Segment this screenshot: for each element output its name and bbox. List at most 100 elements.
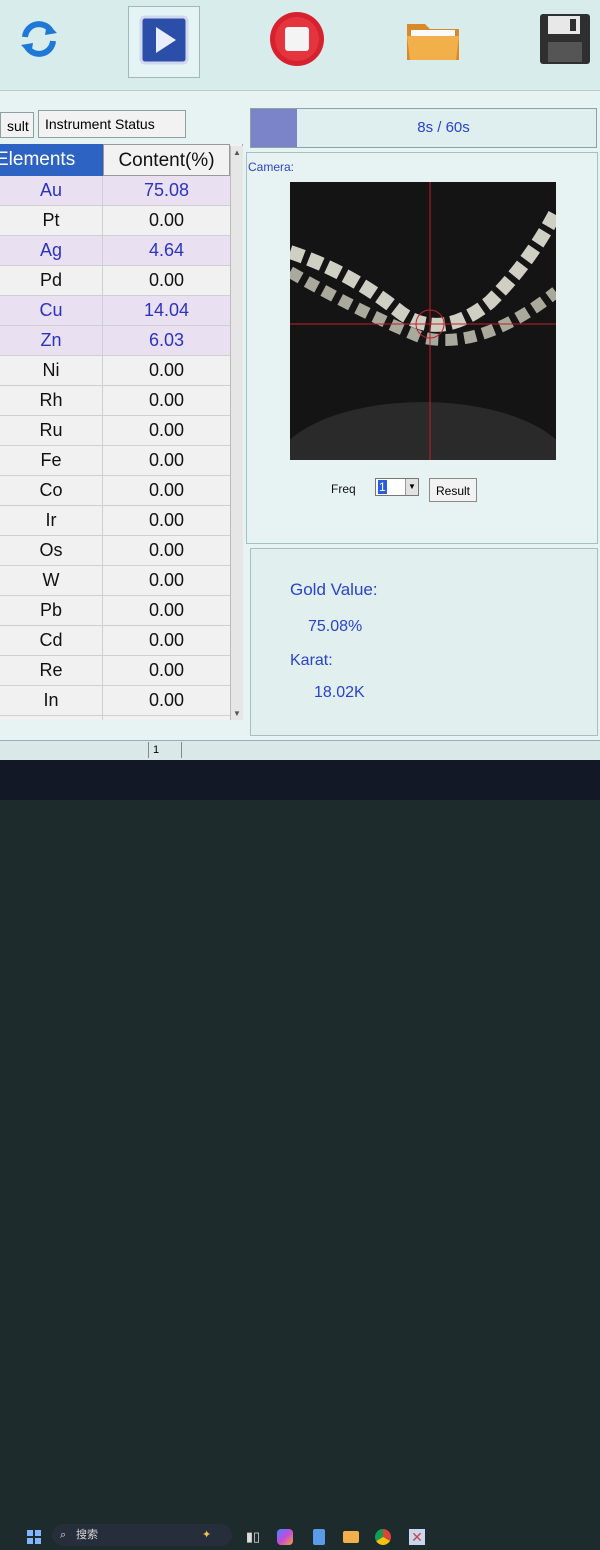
freq-label: Freq xyxy=(331,482,356,496)
progress-text: 8s / 60s xyxy=(417,119,470,136)
table-row[interactable]: Pb 0.00 xyxy=(0,596,242,626)
save-button[interactable] xyxy=(530,6,600,76)
freq-value: 1 xyxy=(378,480,387,494)
element-symbol: Pd xyxy=(0,266,103,295)
table-row[interactable]: W 0.00 xyxy=(0,566,242,596)
table-row[interactable]: Ru 0.00 xyxy=(0,416,242,446)
status-page: 1 xyxy=(148,742,182,758)
element-symbol: Rh xyxy=(0,386,103,415)
refresh-button[interactable] xyxy=(4,6,74,76)
start-button[interactable] xyxy=(128,6,200,78)
calculator-icon xyxy=(313,1529,325,1545)
play-icon xyxy=(139,15,189,70)
table-row[interactable]: Cd 0.00 xyxy=(0,626,242,656)
element-symbol: Pb xyxy=(0,596,103,625)
element-symbol: Ag xyxy=(0,236,103,265)
element-content-value: 14.04 xyxy=(143,300,190,320)
element-content-value: 0.00 xyxy=(148,450,185,470)
table-row[interactable]: Fe 0.00 xyxy=(0,446,242,476)
gold-value: 75.08% xyxy=(308,618,363,635)
element-symbol: Re xyxy=(0,656,103,685)
folder-icon xyxy=(405,16,461,67)
table-row[interactable]: Ni 0.00 xyxy=(0,356,242,386)
tab-result[interactable]: sult xyxy=(0,112,34,138)
status-bar xyxy=(0,740,600,760)
stop-button[interactable] xyxy=(262,6,332,76)
stop-icon xyxy=(268,10,326,73)
task-view-button[interactable]: ▮▯ xyxy=(244,1526,262,1548)
table-row[interactable]: Ag 4.64 xyxy=(0,236,242,266)
camera-view xyxy=(290,182,556,460)
element-symbol: Fe xyxy=(0,446,103,475)
element-symbol: Os xyxy=(0,536,103,565)
element-symbol: Ir xyxy=(0,506,103,535)
result-panel xyxy=(250,548,598,736)
table-body: Au 75.08 Pt 0.00 Ag 4.64 Pd 0.00 Cu 14.04 Zn 6.03 Ni… xyxy=(0,176,242,720)
element-content-value: 0.00 xyxy=(148,690,185,710)
app-x-icon: ✕ xyxy=(409,1529,425,1545)
table-row[interactable]: Zn 6.03 xyxy=(0,326,242,356)
taskbar-search-input[interactable]: ⌕ 搜索 ✦ xyxy=(52,1524,232,1546)
column-header-content[interactable]: Content(%) xyxy=(103,144,230,176)
table-row[interactable]: Au 75.08 xyxy=(0,176,242,206)
element-content-value: 0.00 xyxy=(148,270,185,290)
camera-feed-image xyxy=(290,182,556,460)
element-symbol: Cu xyxy=(0,296,103,325)
gold-value-label: Gold Value: xyxy=(290,580,378,599)
table-header: Elements Content(%) xyxy=(0,144,242,176)
element-symbol: Zn xyxy=(0,326,103,355)
table-row[interactable]: Ir 0.00 xyxy=(0,506,242,536)
element-symbol: In xyxy=(0,686,103,715)
element-content-value: 0.00 xyxy=(148,630,185,650)
chrome-icon xyxy=(375,1529,391,1545)
copilot-icon xyxy=(277,1529,293,1545)
element-symbol: Hg xyxy=(0,716,103,720)
table-row[interactable]: Os 0.00 xyxy=(0,536,242,566)
element-symbol: W xyxy=(0,566,103,595)
element-content-value: 6.03 xyxy=(148,330,185,350)
element-symbol: Ni xyxy=(0,356,103,385)
element-content-value: 4.64 xyxy=(148,240,185,260)
task-view-icon: ▮▯ xyxy=(245,1529,261,1544)
element-content-value: 0.00 xyxy=(148,390,185,410)
chevron-down-icon[interactable]: ▼ xyxy=(405,479,418,495)
calculator-button[interactable] xyxy=(310,1526,328,1548)
app-button[interactable]: ✕ xyxy=(408,1526,426,1548)
element-symbol: Ru xyxy=(0,416,103,445)
table-row[interactable]: Hg0.00 xyxy=(0,716,242,720)
tab-instrument-status[interactable]: Instrument Status xyxy=(38,110,186,138)
table-row[interactable]: Cu 14.04 xyxy=(0,296,242,326)
table-row[interactable]: Pd 0.00 xyxy=(0,266,242,296)
copilot-button[interactable] xyxy=(276,1526,294,1548)
table-row[interactable]: Re 0.00 xyxy=(0,656,242,686)
search-icon: ⌕ xyxy=(60,1529,67,1541)
element-symbol: Au xyxy=(0,176,103,205)
copilot-sparkle-icon: ✦ xyxy=(202,1529,212,1541)
search-placeholder: 搜索 xyxy=(76,1529,98,1541)
table-scrollbar[interactable]: ▲ ▼ xyxy=(230,146,243,720)
windows-start-button[interactable] xyxy=(26,1528,42,1550)
element-symbol: Co xyxy=(0,476,103,505)
column-header-elements[interactable]: Elements xyxy=(0,144,103,176)
chrome-button[interactable] xyxy=(374,1526,392,1548)
element-content-value: 0.00 xyxy=(148,210,185,230)
element-content-value: 0.00 xyxy=(148,510,185,530)
file-explorer-button[interactable] xyxy=(342,1526,360,1548)
table-row[interactable]: Rh 0.00 xyxy=(0,386,242,416)
table-row[interactable]: Pt 0.00 xyxy=(0,206,242,236)
element-content-value: 0.00 xyxy=(148,660,185,680)
element-content-value: 0.00 xyxy=(148,540,185,560)
folder-icon xyxy=(343,1531,359,1543)
element-content-value: 0.00 xyxy=(148,600,185,620)
freq-select[interactable]: 1 ▼ xyxy=(375,478,419,496)
taskbar: ⌕ 搜索 ✦ ▮▯ ✕ xyxy=(0,760,600,1546)
karat-value: 18.02K xyxy=(314,684,365,701)
element-content-value: 0.00 xyxy=(148,360,185,380)
element-content-value: 0.00 xyxy=(148,420,185,440)
table-row[interactable]: In 0.00 xyxy=(0,686,242,716)
open-folder-button[interactable] xyxy=(398,6,468,76)
elements-table: Elements Content(%) Au 75.08 Pt 0.00 Ag 4.64 P… xyxy=(0,144,243,720)
table-row[interactable]: Co 0.00 xyxy=(0,476,242,506)
measurement-progress-bar: 8s / 60s xyxy=(250,108,597,148)
result-button[interactable]: Result xyxy=(429,478,477,502)
